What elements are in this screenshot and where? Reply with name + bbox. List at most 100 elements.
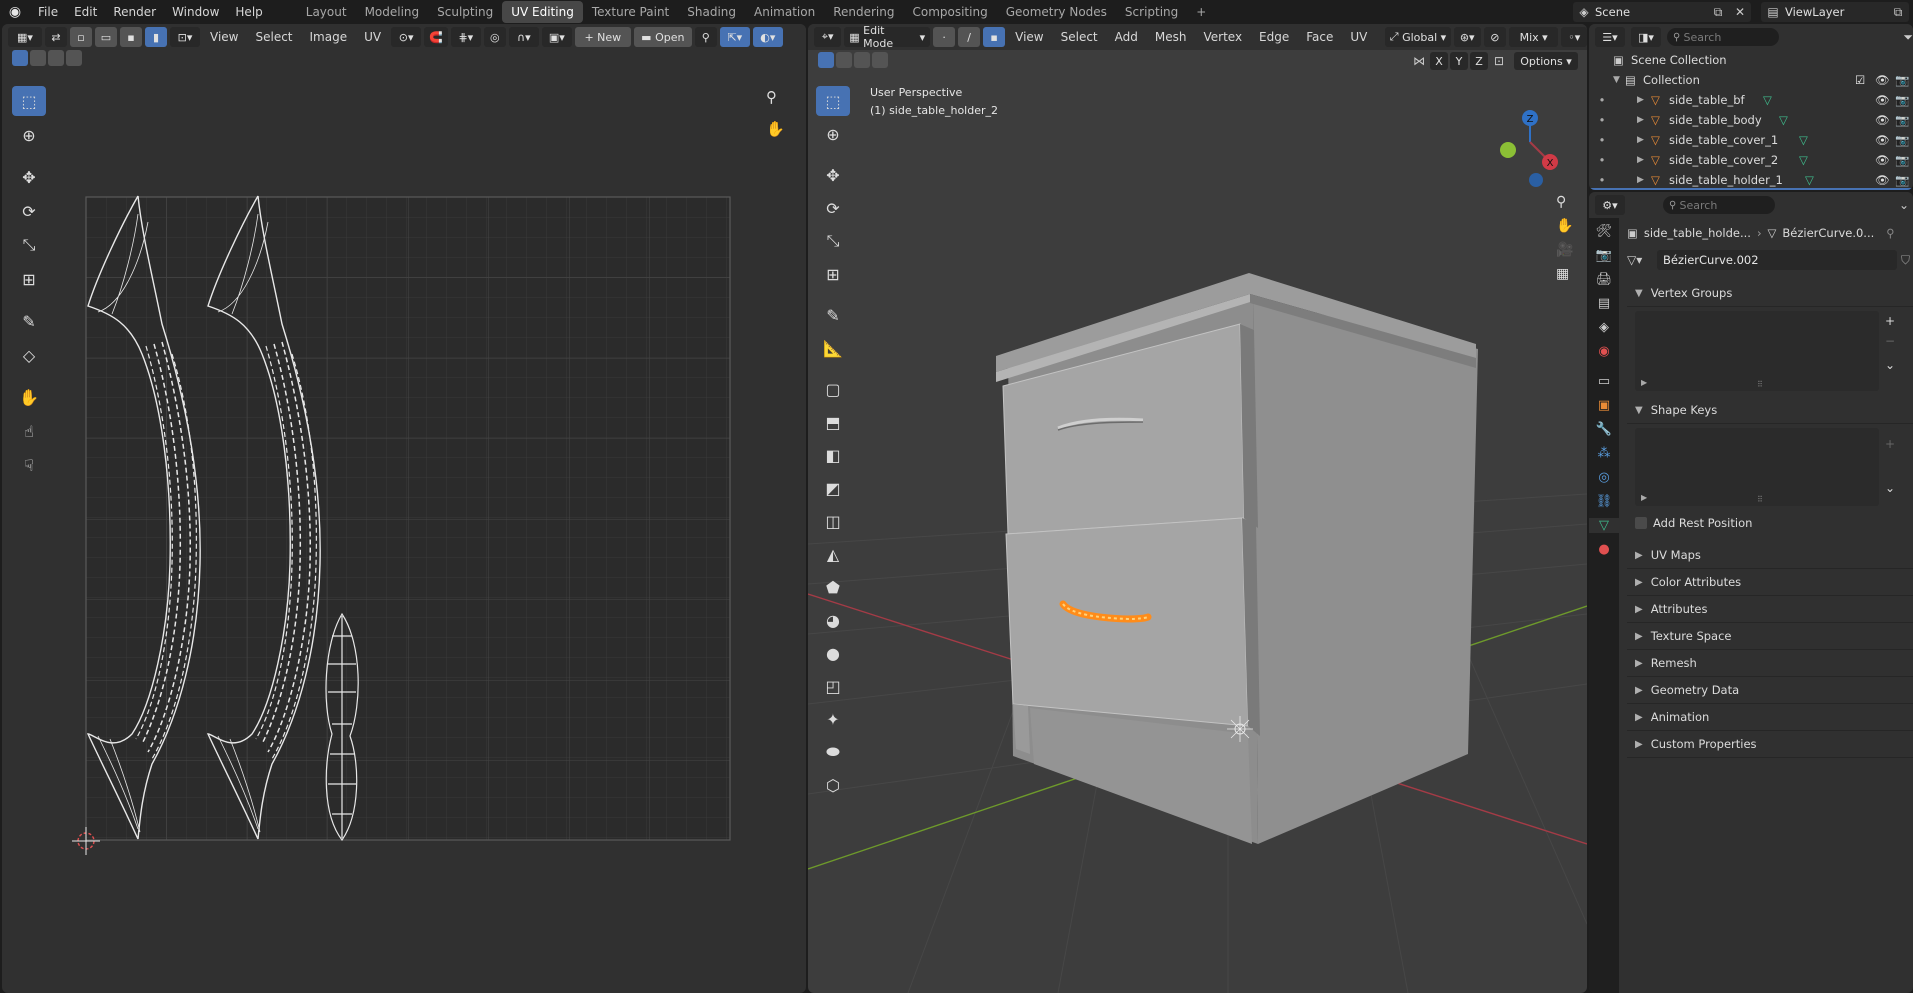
outliner-object-row[interactable]: • ▶ ▽ side_table_body ▽ 👁 📷 xyxy=(1589,110,1913,130)
remove-vertex-group-button[interactable]: − xyxy=(1885,334,1895,348)
outliner-object-row[interactable]: • ▶ ▽ side_table_holder_1 ▽ 👁 📷 xyxy=(1589,170,1913,190)
shape-list-expand-icon[interactable]: ▶ xyxy=(1641,493,1647,502)
mirror-z-button[interactable]: Z xyxy=(1470,52,1488,70)
collection-render-icon[interactable]: 📷 xyxy=(1895,73,1913,87)
knife-tool-icon[interactable]: ◭ xyxy=(816,539,850,569)
collection-visibility-icon[interactable]: 👁 xyxy=(1875,73,1895,87)
smooth-tool-icon[interactable]: ● xyxy=(816,638,850,668)
animation-panel-header[interactable]: ▶ Animation xyxy=(1627,704,1913,731)
properties-options-icon[interactable]: ⌄ xyxy=(1899,198,1909,212)
outliner-object-row[interactable]: • ▶ ▽ side_table_cover_2 ▽ 👁 📷 xyxy=(1589,150,1913,170)
collection-tab-icon[interactable]: ▭ xyxy=(1598,374,1610,389)
viewport-menu-mesh[interactable]: Mesh xyxy=(1148,30,1194,44)
properties-search[interactable]: ⚲ Search xyxy=(1663,196,1775,214)
viewport-menu-edge[interactable]: Edge xyxy=(1252,30,1296,44)
outliner-object-row[interactable]: • ▶ ▽ side_table_cover_1 ▽ 👁 📷 xyxy=(1589,130,1913,150)
viewport-snap-icon[interactable]: ⊘ xyxy=(1483,27,1506,47)
menu-render[interactable]: Render xyxy=(105,0,164,24)
vp-annotate-tool-icon[interactable]: ✎ xyxy=(816,300,850,330)
add-cube-tool-icon[interactable]: ▢ xyxy=(816,374,850,404)
render-icon[interactable]: 📷 xyxy=(1895,93,1913,107)
add-workspace-button[interactable]: + xyxy=(1187,1,1215,23)
geometry-data-panel-header[interactable]: ▶ Geometry Data xyxy=(1627,677,1913,704)
shape-keys-list[interactable]: ▶ ⠿ xyxy=(1635,428,1879,506)
tab-scripting[interactable]: Scripting xyxy=(1116,1,1187,23)
add-shape-key-button[interactable]: + xyxy=(1885,437,1895,451)
edge-select-icon[interactable]: / xyxy=(958,27,981,47)
options-button[interactable]: Options ▾ xyxy=(1514,52,1578,70)
tab-compositing[interactable]: Compositing xyxy=(903,1,996,23)
duplicate-viewlayer-icon[interactable]: ⧉ xyxy=(1887,5,1909,20)
vp-select-subtract-icon[interactable] xyxy=(854,52,870,68)
vp-select-box-tool-icon[interactable]: ⬚ xyxy=(816,86,850,116)
mirror-x-button[interactable]: X xyxy=(1430,52,1448,70)
shear-tool-icon[interactable]: ⬬ xyxy=(816,737,850,767)
add-vertex-group-button[interactable]: + xyxy=(1885,314,1895,328)
tab-sculpting[interactable]: Sculpting xyxy=(428,1,502,23)
proportional-icon[interactable]: ◦▾ xyxy=(1561,27,1587,47)
viewport-menu-face[interactable]: Face xyxy=(1299,30,1340,44)
scene-selector[interactable]: ◈ Scene ⧉ ✕ xyxy=(1573,2,1751,22)
vp-pan-icon[interactable]: ✋ xyxy=(1556,218,1573,234)
vp-scale-tool-icon[interactable]: ⤡ xyxy=(816,226,850,256)
attributes-panel-header[interactable]: ▶ Attributes xyxy=(1627,596,1913,623)
visibility-icon[interactable]: 👁 xyxy=(1875,133,1895,147)
particles-tab-icon[interactable]: ⁂ xyxy=(1598,446,1611,461)
tab-layout[interactable]: Layout xyxy=(297,1,356,23)
viewlayer-selector[interactable]: ▤ ViewLayer ⧉ xyxy=(1761,2,1909,22)
tab-uv-editing[interactable]: UV Editing xyxy=(502,1,583,23)
datablock-name-field[interactable]: BézierCurve.002 xyxy=(1657,250,1897,270)
vp-measure-tool-icon[interactable]: 📐 xyxy=(816,333,850,363)
vp-ortho-grid-icon[interactable]: ▦ xyxy=(1556,266,1573,282)
vp-zoom-icon[interactable]: ⚲ xyxy=(1556,194,1573,210)
close-icon[interactable]: ✕ xyxy=(1729,5,1751,19)
tab-animation[interactable]: Animation xyxy=(745,1,824,23)
visibility-icon[interactable]: 👁 xyxy=(1875,153,1895,167)
render-icon[interactable]: 📷 xyxy=(1895,153,1913,167)
navigation-gizmo[interactable]: Z X xyxy=(1500,110,1558,187)
collection-expand-icon[interactable]: ▼ xyxy=(1613,75,1625,85)
scene-tab-icon[interactable]: ◈ xyxy=(1599,320,1609,335)
expand-icon[interactable]: ▶ xyxy=(1637,95,1651,105)
poly-build-tool-icon[interactable]: ⬟ xyxy=(816,572,850,602)
custom-properties-panel-header[interactable]: ▶ Custom Properties xyxy=(1627,731,1913,758)
shape-keys-panel-header[interactable]: ▼ Shape Keys xyxy=(1627,397,1913,424)
vp-rotate-tool-icon[interactable]: ⟳ xyxy=(816,193,850,223)
vp-select-extend-icon[interactable] xyxy=(836,52,852,68)
render-icon[interactable]: 📷 xyxy=(1895,133,1913,147)
datablock-browse-icon[interactable]: ▽▾ xyxy=(1627,253,1653,267)
pivot-point-icon[interactable]: ⊛▾ xyxy=(1453,27,1481,47)
visibility-icon[interactable]: 👁 xyxy=(1875,113,1895,127)
viewport-editor-type-icon[interactable]: ⌖▾ xyxy=(814,27,842,47)
mirror-icon[interactable]: ⋈ xyxy=(1410,54,1428,68)
collection-row[interactable]: ▼ ▤ Collection ☑ 👁 📷 xyxy=(1589,70,1913,90)
vp-select-invert-icon[interactable] xyxy=(872,52,888,68)
outliner-search[interactable]: ⚲ Search xyxy=(1667,28,1779,46)
spin-tool-icon[interactable]: ◕ xyxy=(816,605,850,635)
duplicate-icon[interactable]: ⧉ xyxy=(1707,5,1729,20)
outliner-type-icon[interactable]: ☰▾ xyxy=(1595,27,1625,47)
properties-type-icon[interactable]: ⚙▾ xyxy=(1595,195,1625,215)
vertex-group-menu-icon[interactable]: ⌄ xyxy=(1885,358,1895,372)
outliner-object-row[interactable]: • ▶ ▽ side_table_bf ▽ 👁 📷 xyxy=(1589,90,1913,110)
render-tab-icon[interactable]: 📷 xyxy=(1596,248,1612,263)
viewport-menu-vertex[interactable]: Vertex xyxy=(1196,30,1249,44)
vp-camera-icon[interactable]: 🎥 xyxy=(1556,242,1573,258)
output-tab-icon[interactable]: 🖨 xyxy=(1596,272,1613,287)
collection-checkbox-icon[interactable]: ☑ xyxy=(1855,73,1875,87)
vp-select-new-icon[interactable] xyxy=(818,52,834,68)
visibility-icon[interactable]: 👁 xyxy=(1875,93,1895,107)
expand-icon[interactable]: ▶ xyxy=(1637,175,1651,185)
list-expand-icon[interactable]: ▶ xyxy=(1641,378,1647,387)
orientation-selector[interactable]: ⤢ Global ▾ xyxy=(1385,27,1451,47)
vp-transform-tool-icon[interactable]: ⊞ xyxy=(816,259,850,289)
mirror-y-button[interactable]: Y xyxy=(1450,52,1468,70)
menu-edit[interactable]: Edit xyxy=(66,0,105,24)
edge-slide-tool-icon[interactable]: ◰ xyxy=(816,671,850,701)
shrink-fatten-tool-icon[interactable]: ✦ xyxy=(816,704,850,734)
shape-list-resize-handle-icon[interactable]: ⠿ xyxy=(1757,495,1763,504)
tool-tab-icon[interactable]: 🛠 xyxy=(1596,224,1613,239)
list-resize-handle-icon[interactable]: ⠿ xyxy=(1757,380,1763,389)
expand-icon[interactable]: ▶ xyxy=(1637,115,1651,125)
extrude-tool-icon[interactable]: ⬒ xyxy=(816,407,850,437)
